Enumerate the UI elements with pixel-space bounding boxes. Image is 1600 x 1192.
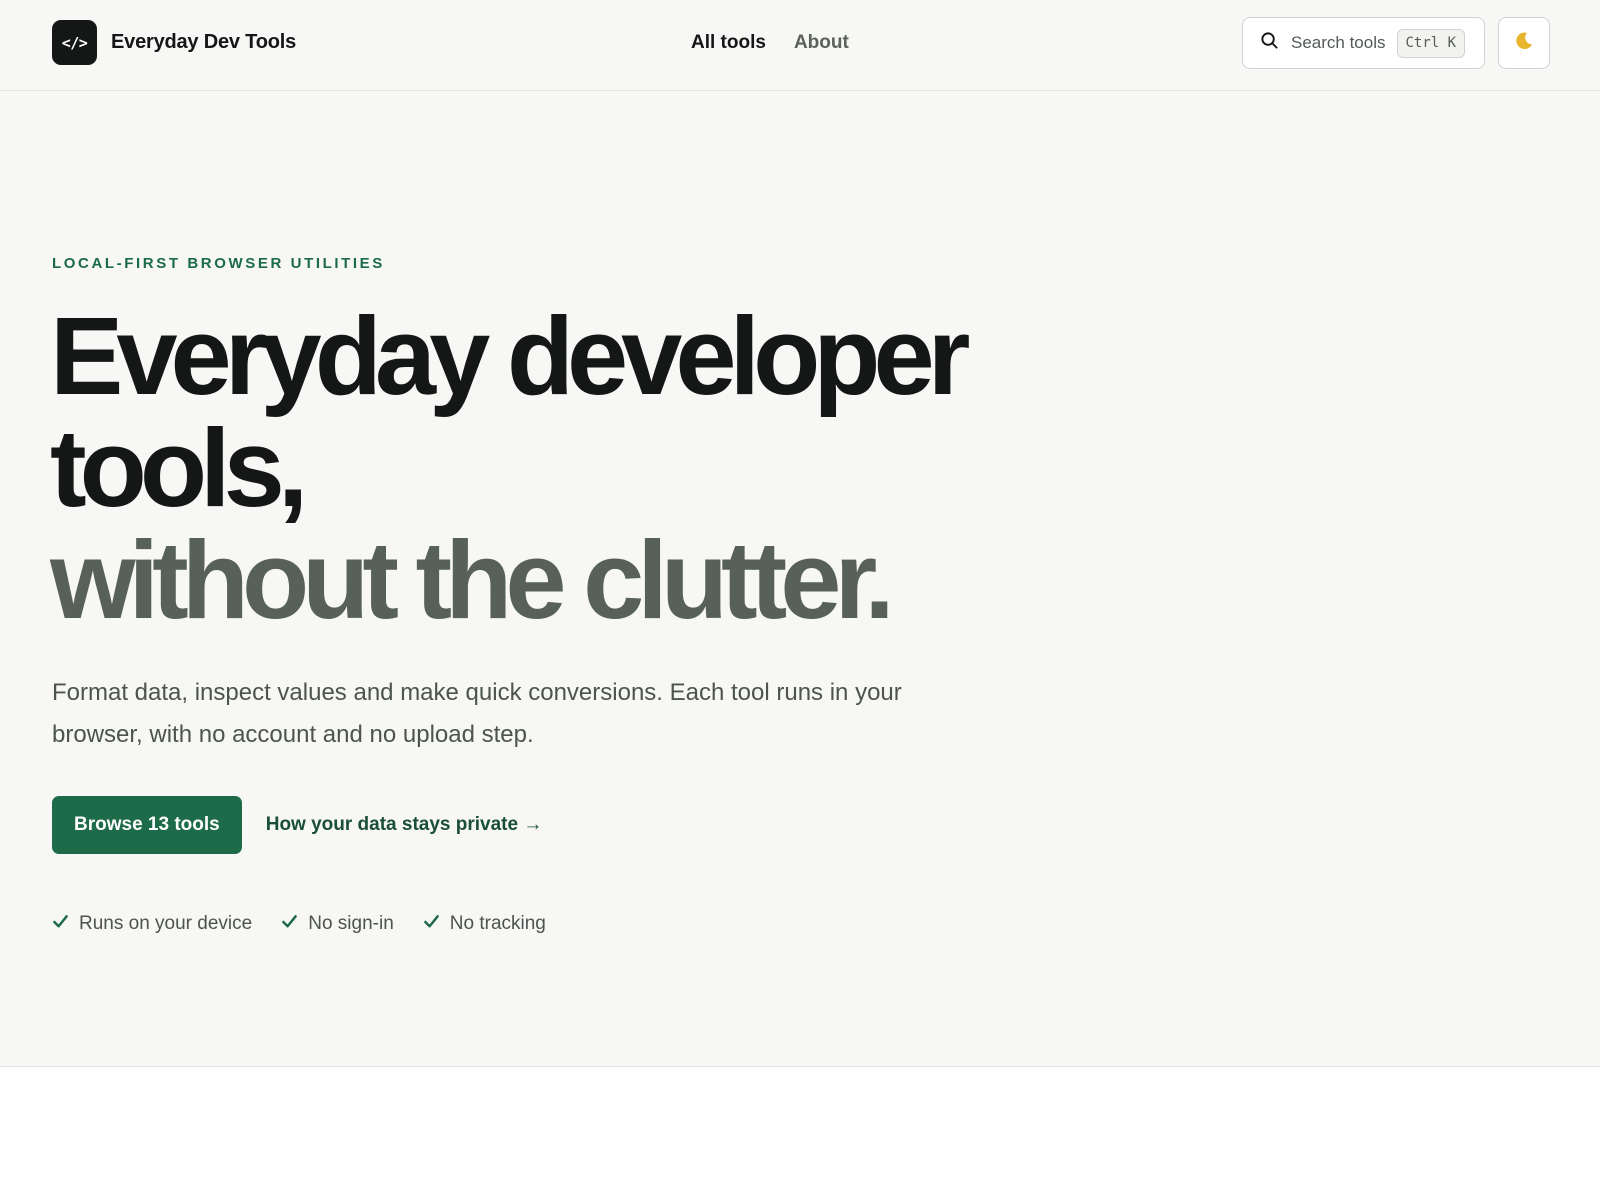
headline-line-3: without the clutter.	[50, 519, 895, 642]
hero-section: LOCAL-FIRST BROWSER UTILITIES Everyday d…	[0, 91, 1600, 1067]
theme-toggle-button[interactable]	[1498, 17, 1550, 69]
search-button[interactable]: Search tools Ctrl K	[1242, 17, 1485, 69]
search-icon	[1260, 31, 1279, 55]
cta-row: Browse 13 tools How your data stays priv…	[52, 796, 542, 854]
page: </> Everyday Dev Tools All tools About S…	[0, 0, 1600, 1192]
hero-description: Format data, inspect values and make qui…	[52, 679, 902, 748]
check-icon	[423, 913, 440, 935]
headline-line-1: Everyday developer	[50, 295, 970, 418]
feature-item: No tracking	[423, 913, 546, 935]
feature-label: No sign-in	[308, 913, 394, 934]
feature-list: Runs on your device No sign-in No tracki…	[52, 913, 575, 935]
site-header: </> Everyday Dev Tools All tools About S…	[0, 0, 1600, 91]
code-logo-icon: </>	[52, 20, 97, 65]
feature-label: No tracking	[449, 913, 546, 934]
brand-link[interactable]: </> Everyday Dev Tools	[52, 20, 296, 65]
check-icon	[281, 913, 298, 935]
feature-item: Runs on your device	[52, 913, 252, 935]
hero-headline: Everyday developer tools, without the cl…	[50, 295, 970, 642]
main-nav: All tools About	[691, 31, 849, 55]
headline-line-2: tools,	[50, 407, 308, 530]
feature-label: Runs on your device	[79, 913, 253, 934]
check-icon	[52, 913, 69, 935]
search-label: Search tools	[1291, 33, 1386, 52]
nav-about[interactable]: About	[794, 31, 849, 55]
search-shortcut: Ctrl K	[1396, 28, 1466, 58]
hero-eyebrow: LOCAL-FIRST BROWSER UTILITIES	[52, 255, 385, 272]
feature-item: No sign-in	[281, 913, 394, 935]
moon-icon	[1513, 30, 1535, 57]
brand-name: Everyday Dev Tools	[111, 31, 297, 53]
browse-tools-button[interactable]: Browse 13 tools	[52, 796, 242, 854]
nav-all-tools[interactable]: All tools	[691, 31, 766, 55]
privacy-link[interactable]: How your data stays private →	[266, 814, 543, 836]
